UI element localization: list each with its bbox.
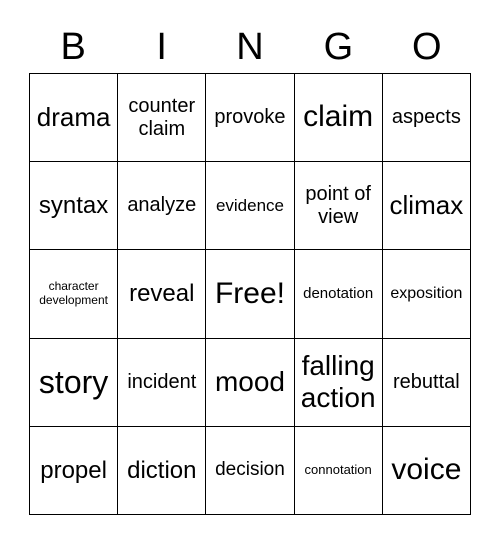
grid-row: propel diction decision connotation voice — [28, 425, 472, 515]
bingo-cell[interactable]: voice — [381, 425, 472, 515]
bingo-cell[interactable]: denotation — [293, 249, 383, 339]
header-letter: O — [412, 26, 442, 68]
bingo-cell[interactable]: point of view — [293, 161, 383, 251]
header-letter: B — [60, 26, 86, 68]
bingo-cell[interactable]: claim — [293, 72, 383, 163]
bingo-cell[interactable]: reveal — [117, 249, 207, 339]
bingo-cell[interactable]: connotation — [293, 425, 383, 515]
header-letter: G — [323, 26, 354, 68]
header-letter: I — [156, 26, 167, 68]
bingo-cell[interactable]: falling action — [293, 337, 383, 427]
bingo-cell[interactable]: character development — [28, 249, 119, 339]
bingo-cell[interactable]: decision — [205, 425, 295, 515]
bingo-cell[interactable]: exposition — [381, 249, 472, 339]
bingo-cell[interactable]: climax — [381, 161, 472, 251]
bingo-cell[interactable]: story — [28, 337, 119, 427]
bingo-cell[interactable]: diction — [117, 425, 207, 515]
bingo-cell[interactable]: drama — [28, 72, 119, 163]
bingo-grid: drama counter claim provoke claim aspects syn… — [28, 72, 472, 515]
bingo-cell[interactable]: analyze — [117, 161, 207, 251]
bingo-cell[interactable]: propel — [28, 425, 119, 515]
grid-row: syntax analyze evidence point of view climax — [28, 161, 472, 251]
bingo-cell[interactable]: incident — [117, 337, 207, 427]
bingo-cell[interactable]: syntax — [28, 161, 119, 251]
bingo-header: B I N G O — [29, 22, 471, 72]
grid-row: drama counter claim provoke claim aspects — [28, 72, 472, 163]
bingo-cell[interactable]: Free! — [205, 249, 295, 339]
bingo-cell[interactable]: provoke — [205, 72, 295, 163]
header-letter: N — [236, 26, 264, 68]
grid-row: story incident mood falling action rebuttal — [28, 337, 472, 427]
bingo-cell[interactable]: mood — [205, 337, 295, 427]
bingo-cell[interactable]: evidence — [205, 161, 295, 251]
bingo-cell[interactable]: rebuttal — [381, 337, 472, 427]
bingo-cell[interactable]: aspects — [381, 72, 472, 163]
grid-row: character development reveal Free! denotati… — [28, 249, 472, 339]
bingo-cell[interactable]: counter claim — [117, 72, 207, 163]
